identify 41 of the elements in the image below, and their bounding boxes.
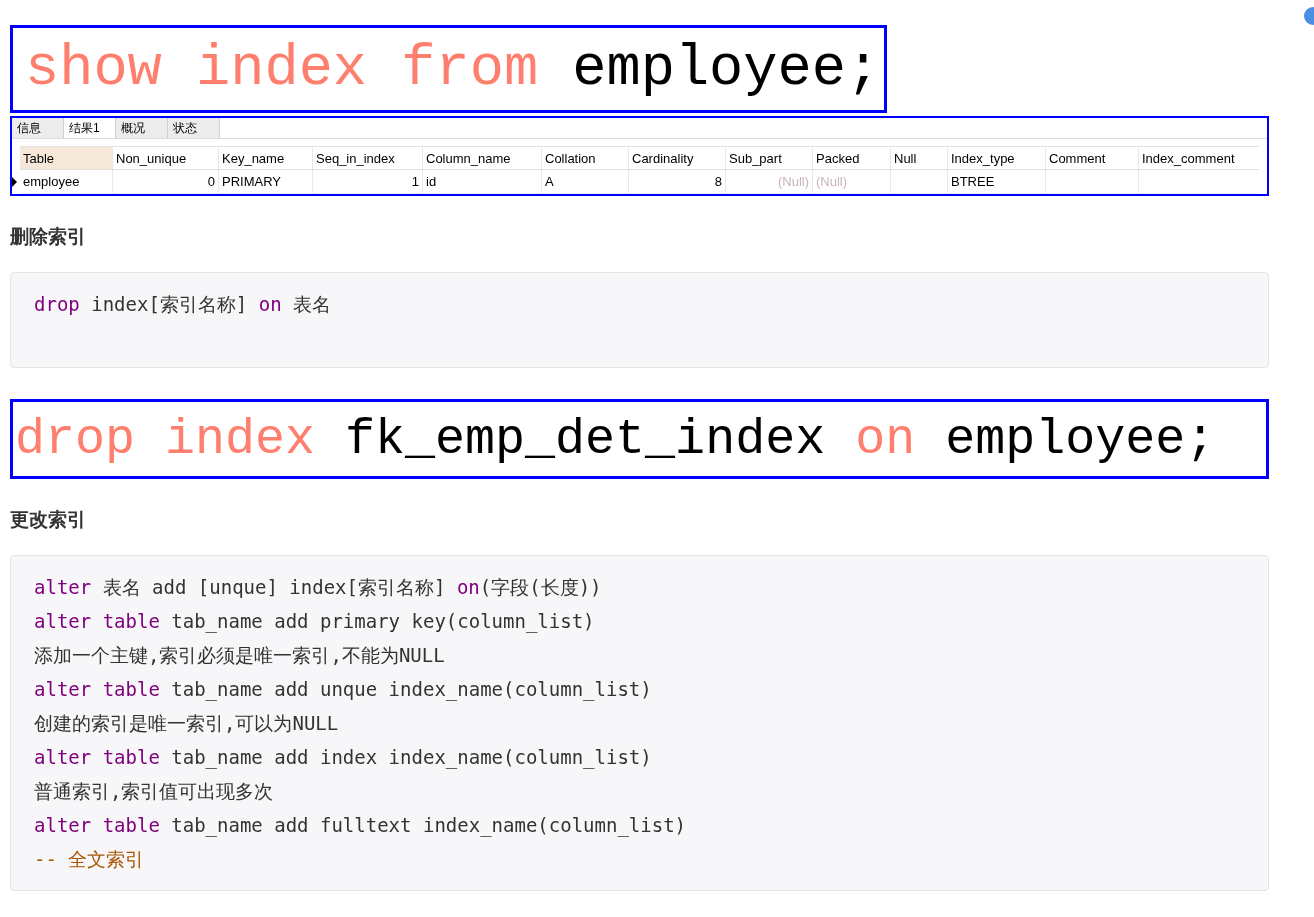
tab[interactable]: 状态 (168, 118, 220, 138)
code-line: 创建的索引是唯一索引,可以为NULL (34, 711, 340, 736)
code-line: 普通索引,索引值可出现多次 (34, 779, 275, 804)
column-header[interactable]: Table (20, 146, 113, 170)
code-line: alter table tab_name add fulltext index_name(column_list) (34, 813, 688, 839)
table-cell: id (423, 170, 542, 194)
table-cell: A (542, 170, 629, 194)
column-header[interactable]: Null (891, 146, 948, 170)
column-header[interactable]: Sub_part (726, 146, 813, 170)
column-header[interactable]: Index_comment (1139, 146, 1259, 170)
column-header[interactable]: Key_name (219, 146, 313, 170)
code-line: alter table tab_name add primary key(column_list) (34, 609, 596, 635)
table-cell: (Null) (726, 170, 813, 194)
tab[interactable]: 信息 (12, 118, 64, 138)
column-header[interactable]: Index_type (948, 146, 1046, 170)
column-header[interactable]: Column_name (423, 146, 542, 170)
table-cell: 0 (113, 170, 219, 194)
sql-statement: drop index fk_emp_det_index on employee; (10, 399, 1269, 479)
table-cell: BTREE (948, 170, 1046, 194)
code-line: alter table tab_name add index index_name(column_list) (34, 745, 653, 771)
section-heading: 删除索引 (10, 224, 86, 249)
column-header[interactable]: Cardinality (629, 146, 726, 170)
code-line: alter 表名 add [unque] index[索引名称] on(字段(长度)) (34, 575, 603, 600)
column-header[interactable]: Seq_in_index (313, 146, 423, 170)
column-header[interactable]: Comment (1046, 146, 1139, 170)
section-heading: 更改索引 (10, 507, 86, 532)
code-line: alter table tab_name add unque index_name(column_list) (34, 677, 653, 703)
table-cell: PRIMARY (219, 170, 313, 194)
sql-statement: show index from employee; (10, 25, 888, 113)
empty-cell (891, 170, 948, 194)
code-line: 添加一个主键,索引必须是唯一索引,不能为NULL (34, 643, 446, 668)
tab[interactable]: 概况 (116, 118, 168, 138)
table-cell: (Null) (813, 170, 891, 194)
table-cell: 8 (629, 170, 726, 194)
table-cell: 1 (313, 170, 423, 194)
code-line: -- 全文索引 (34, 847, 146, 872)
column-header[interactable]: Non_unique (113, 146, 219, 170)
column-header[interactable]: Collation (542, 146, 629, 170)
table-cell: employee (20, 170, 113, 194)
column-header[interactable]: Packed (813, 146, 891, 170)
code-line: drop index[索引名称] on 表名 (34, 292, 333, 317)
